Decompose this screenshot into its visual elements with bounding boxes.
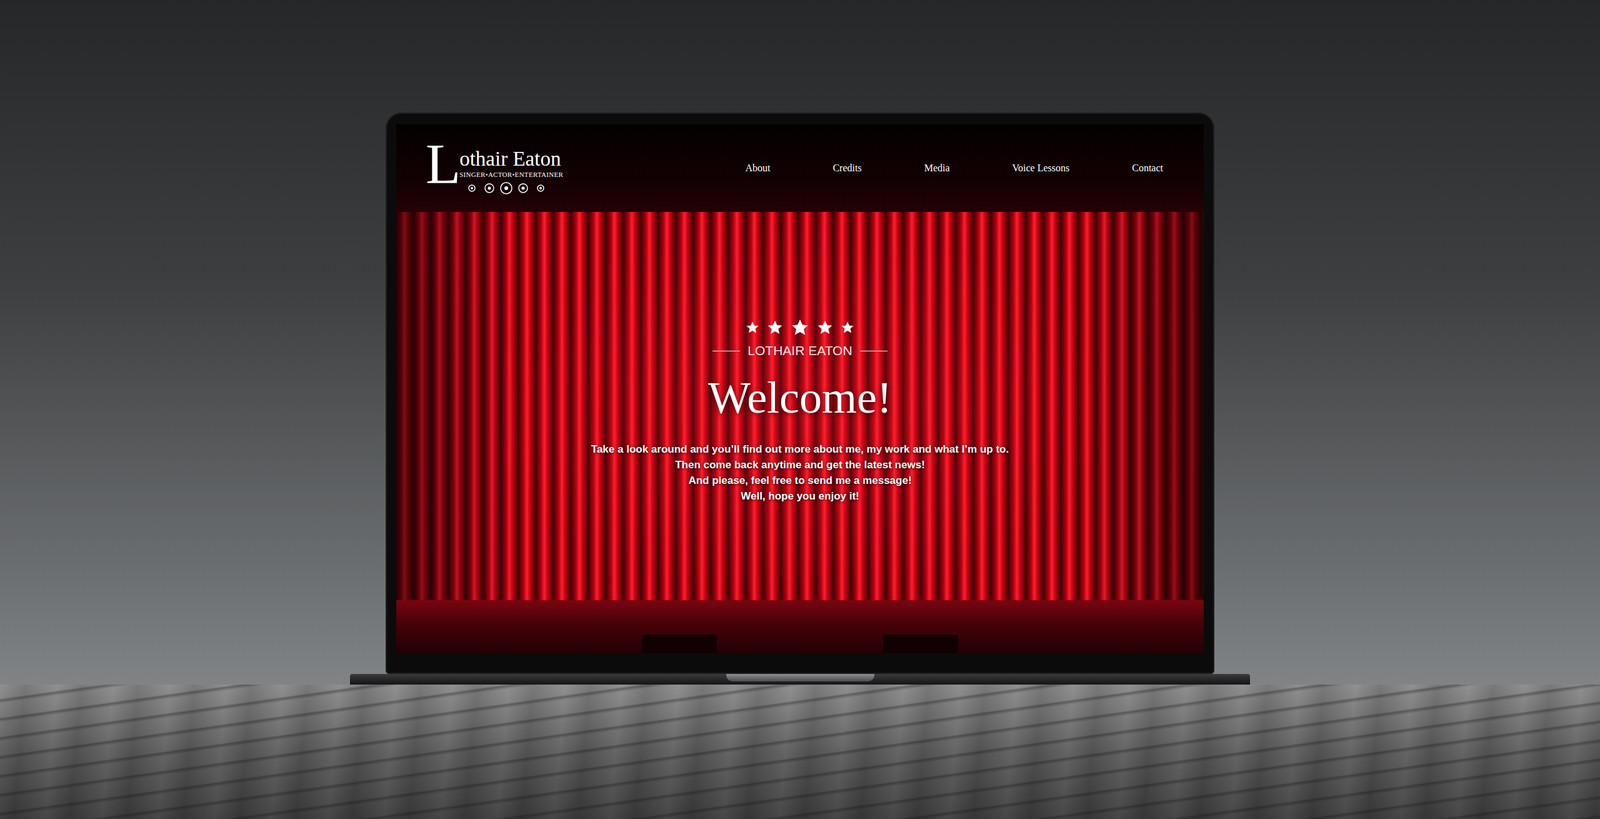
stage-floor [396, 600, 1204, 654]
main-nav: About Credits Media Voice Lessons Contact [745, 162, 1164, 174]
hero-line: Then come back anytime and get the lates… [675, 456, 925, 473]
hero-section: LOTHAIR EATON Welcome! Take a look around … [396, 211, 1204, 654]
hero-title: Welcome! [708, 373, 892, 423]
website-screen: Lothair EatonSINGER•ACTOR•ENTERTAINER Abo… [396, 124, 1204, 654]
logo-text: othair EatonSINGER•ACTOR•ENTERTAINER [459, 141, 564, 196]
laptop-lid: Lothair EatonSINGER•ACTOR•ENTERTAINER Abo… [385, 112, 1215, 674]
logo-initial: L [425, 141, 461, 188]
star-row [745, 318, 855, 337]
nav-link[interactable]: About [745, 162, 770, 174]
mockup-scene: Lothair EatonSINGER•ACTOR•ENTERTAINER Abo… [0, 0, 1600, 819]
nav-link[interactable]: Media [924, 162, 950, 174]
hero-line: Take a look around and you’ll find out m… [591, 441, 1009, 457]
eyebrow-rule [860, 350, 888, 352]
nav-link[interactable]: Contact [1131, 162, 1164, 174]
logo-name: othair Eaton [459, 148, 564, 170]
laptop-notch [726, 673, 875, 682]
hero-line: And please, feel free to send me a messa… [688, 472, 912, 489]
site-logo[interactable]: Lothair EatonSINGER•ACTOR•ENTERTAINER [425, 141, 564, 196]
hero-line: Well, hope you enjoy it! [740, 488, 860, 504]
star-icon [816, 319, 834, 336]
stage-monitor [641, 634, 717, 654]
star-icon [790, 318, 810, 337]
nav-link[interactable]: Credits [832, 162, 862, 174]
eyebrow-rule [712, 350, 740, 352]
hero-eyebrow: LOTHAIR EATON [712, 343, 887, 359]
star-icon [745, 320, 760, 335]
star-icon [840, 320, 855, 335]
hero-text: Take a look around and you’ll find out m… [591, 441, 1009, 504]
eyebrow-text: LOTHAIR EATON [747, 343, 852, 359]
rock-surface [0, 684, 1600, 819]
logo-ornament-icon [459, 180, 554, 196]
star-icon [766, 319, 784, 336]
site-header: Lothair EatonSINGER•ACTOR•ENTERTAINER Abo… [396, 124, 1204, 212]
nav-link[interactable]: Voice Lessons [1012, 162, 1070, 174]
stage-monitor [883, 634, 959, 654]
logo-tagline: SINGER•ACTOR•ENTERTAINER [459, 170, 564, 179]
